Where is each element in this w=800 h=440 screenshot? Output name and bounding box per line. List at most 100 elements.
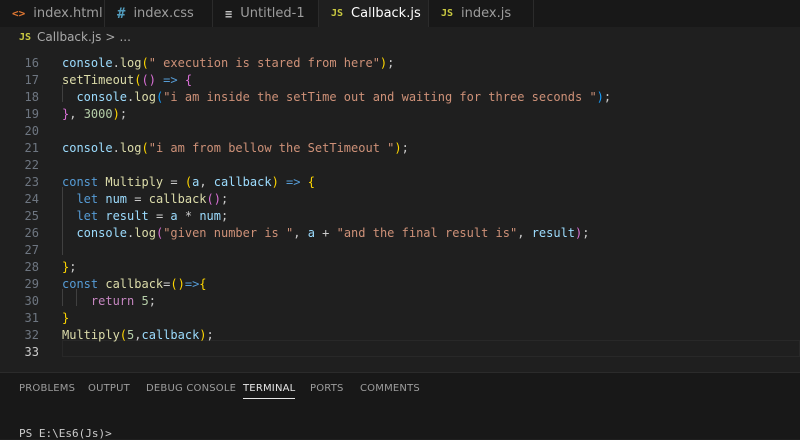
code-text: console.log("i am inside the setTime out… (62, 89, 611, 106)
code-line[interactable]: 33 (0, 344, 800, 361)
code-line[interactable]: 29 const callback=()=>{ (0, 276, 800, 293)
code-token: log (134, 90, 156, 104)
code-token: a (170, 209, 178, 223)
line-number: 21 (24, 141, 39, 155)
code-line[interactable]: 28}; (0, 259, 800, 276)
line-number: 16 (24, 56, 39, 70)
code-token: callback (105, 277, 164, 291)
code-line[interactable]: 31} (0, 310, 800, 327)
code-token: . (112, 141, 120, 155)
code-token: () (141, 73, 156, 87)
tab-debug-console[interactable]: DEBUG CONSOLE (146, 383, 236, 394)
code-token: = (148, 209, 171, 223)
code-line[interactable]: 17 setTimeout(() => { (0, 72, 800, 89)
code-token: console (76, 226, 128, 240)
tab-output[interactable]: OUTPUT (88, 383, 130, 394)
line-number: 26 (24, 226, 39, 240)
tab-label: index.js (461, 6, 512, 21)
breadcrumb-file[interactable]: Callback.js (37, 30, 101, 44)
code-line[interactable]: 32 Multiply(5,callback); (0, 327, 800, 344)
code-token: let (76, 192, 106, 206)
tab-callback-js[interactable]: JS Callback.js (319, 0, 429, 27)
tab-ports[interactable]: PORTS (310, 383, 344, 394)
code-token: "given number is " (163, 226, 294, 240)
code-line[interactable]: 16 console.log(" execution is stared from… (0, 55, 800, 72)
code-line[interactable]: 22 (0, 157, 800, 174)
code-token: "i am inside the setTime out and waiting… (163, 90, 597, 104)
code-line[interactable]: 27 (0, 242, 800, 259)
code-token: , (134, 328, 142, 342)
code-token: ( (141, 56, 149, 70)
code-token: setTimeout (62, 73, 135, 87)
code-token: a (307, 226, 315, 240)
code-token: ) (394, 141, 402, 155)
code-line[interactable]: 18 console.log("i am inside the setTime … (0, 89, 800, 106)
code-line[interactable]: 19}, 3000); (0, 106, 800, 123)
line-number: 29 (24, 277, 39, 291)
tab-label: index.html (33, 6, 103, 21)
code-line[interactable]: 24 let num = callback(); (0, 191, 800, 208)
code-editor[interactable]: 16 console.log(" execution is stared from… (0, 47, 800, 372)
breadcrumb-symbols[interactable]: ... (119, 30, 130, 44)
code-line[interactable]: 20 (0, 123, 800, 140)
code-token: const (62, 277, 106, 291)
code-token: . (112, 56, 120, 70)
code-token: "i am from bellow the SetTimeout " (148, 141, 395, 155)
code-token: ; (221, 209, 229, 223)
code-token: ; (603, 90, 612, 104)
code-line[interactable]: 23 const Multiply = (a, callback) => { (0, 174, 800, 191)
line-number: 25 (24, 209, 39, 223)
line-number: 24 (24, 192, 39, 206)
tab-terminal[interactable]: TERMINAL (243, 383, 296, 399)
breadcrumb: JS Callback.js > ... (0, 27, 800, 47)
code-token: => (184, 277, 200, 291)
code-token: ) (112, 107, 120, 121)
code-line[interactable]: 26 console.log("given number is ", a + "… (0, 225, 800, 242)
code-token: } (62, 311, 70, 325)
editor-tab-bar: <> index.html # index.css ≡ Untitled-1 J… (0, 0, 800, 27)
code-text: let result = a * num; (62, 208, 228, 225)
code-line[interactable]: 25 let result = a * num; (0, 208, 800, 225)
css-file-icon: # (117, 5, 126, 22)
line-number: 17 (24, 73, 39, 87)
tab-problems[interactable]: PROBLEMS (19, 383, 75, 394)
code-token: ( (141, 141, 149, 155)
code-token: " execution is stared from here" (148, 56, 380, 70)
code-line[interactable]: 21 console.log("i am from bellow the SetT… (0, 140, 800, 157)
code-token: ; (220, 192, 229, 206)
code-text: setTimeout(() => { (62, 72, 192, 89)
code-token: ) (271, 175, 279, 189)
code-token: callback (148, 192, 207, 206)
line-number: 22 (24, 158, 39, 172)
code-token: { (184, 73, 193, 87)
line-number: 28 (24, 260, 39, 274)
code-text: } (62, 310, 69, 327)
code-text: const Multiply = (a, callback) => { (62, 174, 315, 191)
line-number: 31 (24, 311, 39, 325)
line-number: 32 (24, 328, 39, 342)
code-token: console (62, 141, 113, 155)
line-number: 30 (24, 294, 39, 308)
tab-index-css[interactable]: # index.css (105, 0, 213, 27)
tab-untitled-1[interactable]: ≡ Untitled-1 (213, 0, 319, 27)
code-token: "and the final result is" (336, 226, 518, 240)
tab-index-js[interactable]: JS index.js (429, 0, 534, 27)
code-token: = (163, 175, 185, 189)
js-file-icon: JS (19, 31, 32, 43)
code-token: * (177, 209, 200, 223)
tab-label: Callback.js (351, 6, 421, 21)
code-token: { (307, 175, 315, 189)
tab-label: Untitled-1 (240, 6, 305, 21)
tab-comments[interactable]: COMMENTS (360, 383, 420, 394)
code-token: ) (596, 90, 604, 104)
code-token: , (69, 107, 84, 121)
tab-index-html[interactable]: <> index.html (0, 0, 105, 27)
terminal-prompt[interactable]: PS E:\Es6(Js)> (19, 427, 112, 440)
code-token: ) (199, 328, 207, 342)
js-file-icon: JS (441, 8, 454, 19)
code-token: , (517, 226, 532, 240)
code-text: console.log("given number is ", a + "and… (62, 225, 589, 242)
code-line[interactable]: 30 return 5; (0, 293, 800, 310)
